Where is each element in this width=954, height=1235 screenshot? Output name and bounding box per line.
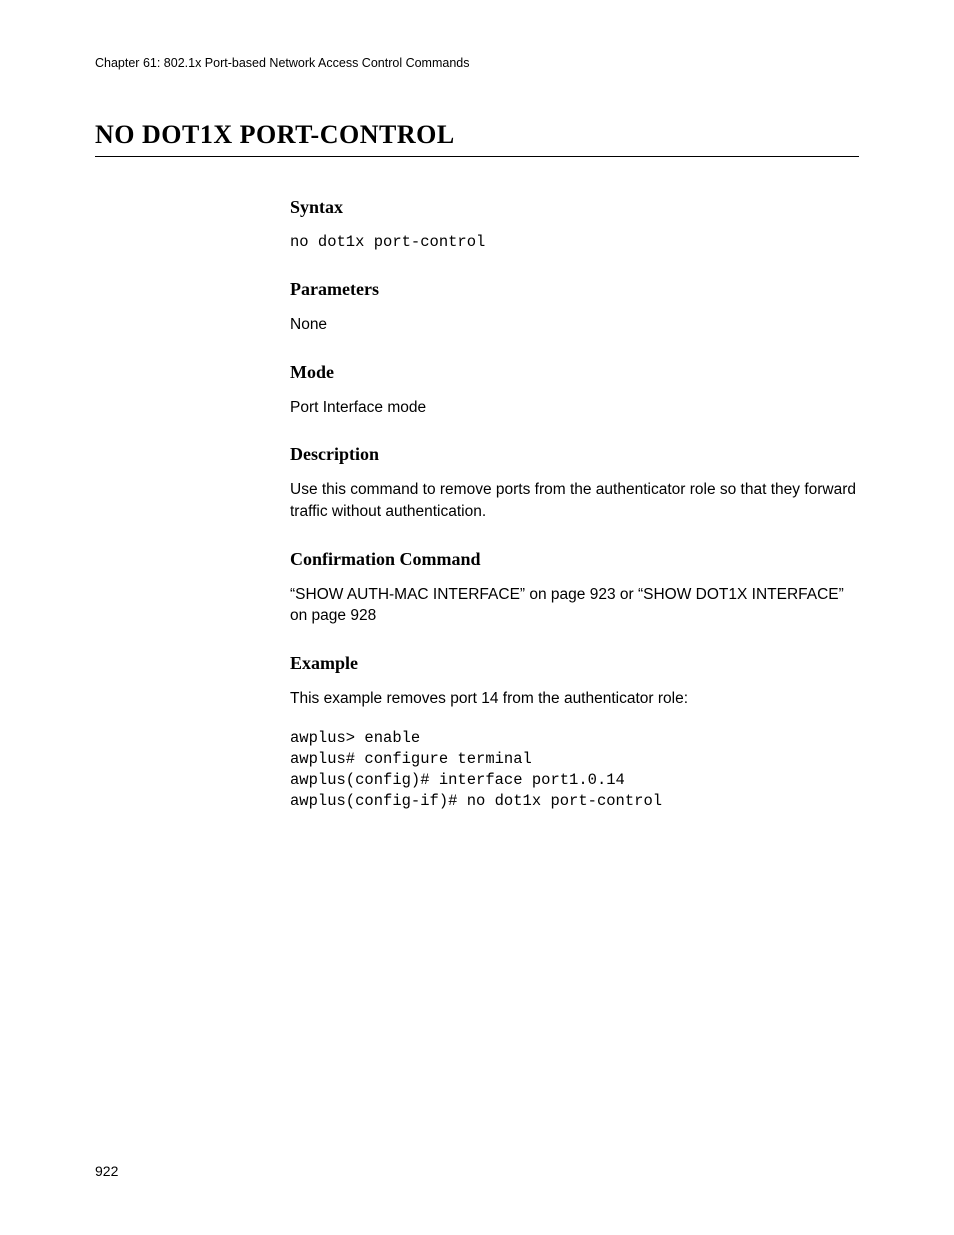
confirmation-heading: Confirmation Command [290, 549, 859, 570]
chapter-header: Chapter 61: 802.1x Port-based Network Ac… [95, 56, 859, 70]
syntax-heading: Syntax [290, 197, 859, 218]
syntax-body: no dot1x port-control [290, 232, 859, 253]
example-intro: This example removes port 14 from the au… [290, 688, 859, 710]
parameters-body: None [290, 314, 859, 336]
description-heading: Description [290, 444, 859, 465]
confirmation-body: “SHOW AUTH-MAC INTERFACE” on page 923 or… [290, 584, 859, 627]
example-code: awplus> enable awplus# configure termina… [290, 728, 859, 812]
example-heading: Example [290, 653, 859, 674]
page-number: 922 [95, 1163, 118, 1179]
description-body: Use this command to remove ports from th… [290, 479, 859, 522]
content-body: Syntax no dot1x port-control Parameters … [290, 197, 859, 811]
mode-body: Port Interface mode [290, 397, 859, 419]
mode-heading: Mode [290, 362, 859, 383]
command-title: NO DOT1X PORT-CONTROL [95, 120, 859, 157]
parameters-heading: Parameters [290, 279, 859, 300]
